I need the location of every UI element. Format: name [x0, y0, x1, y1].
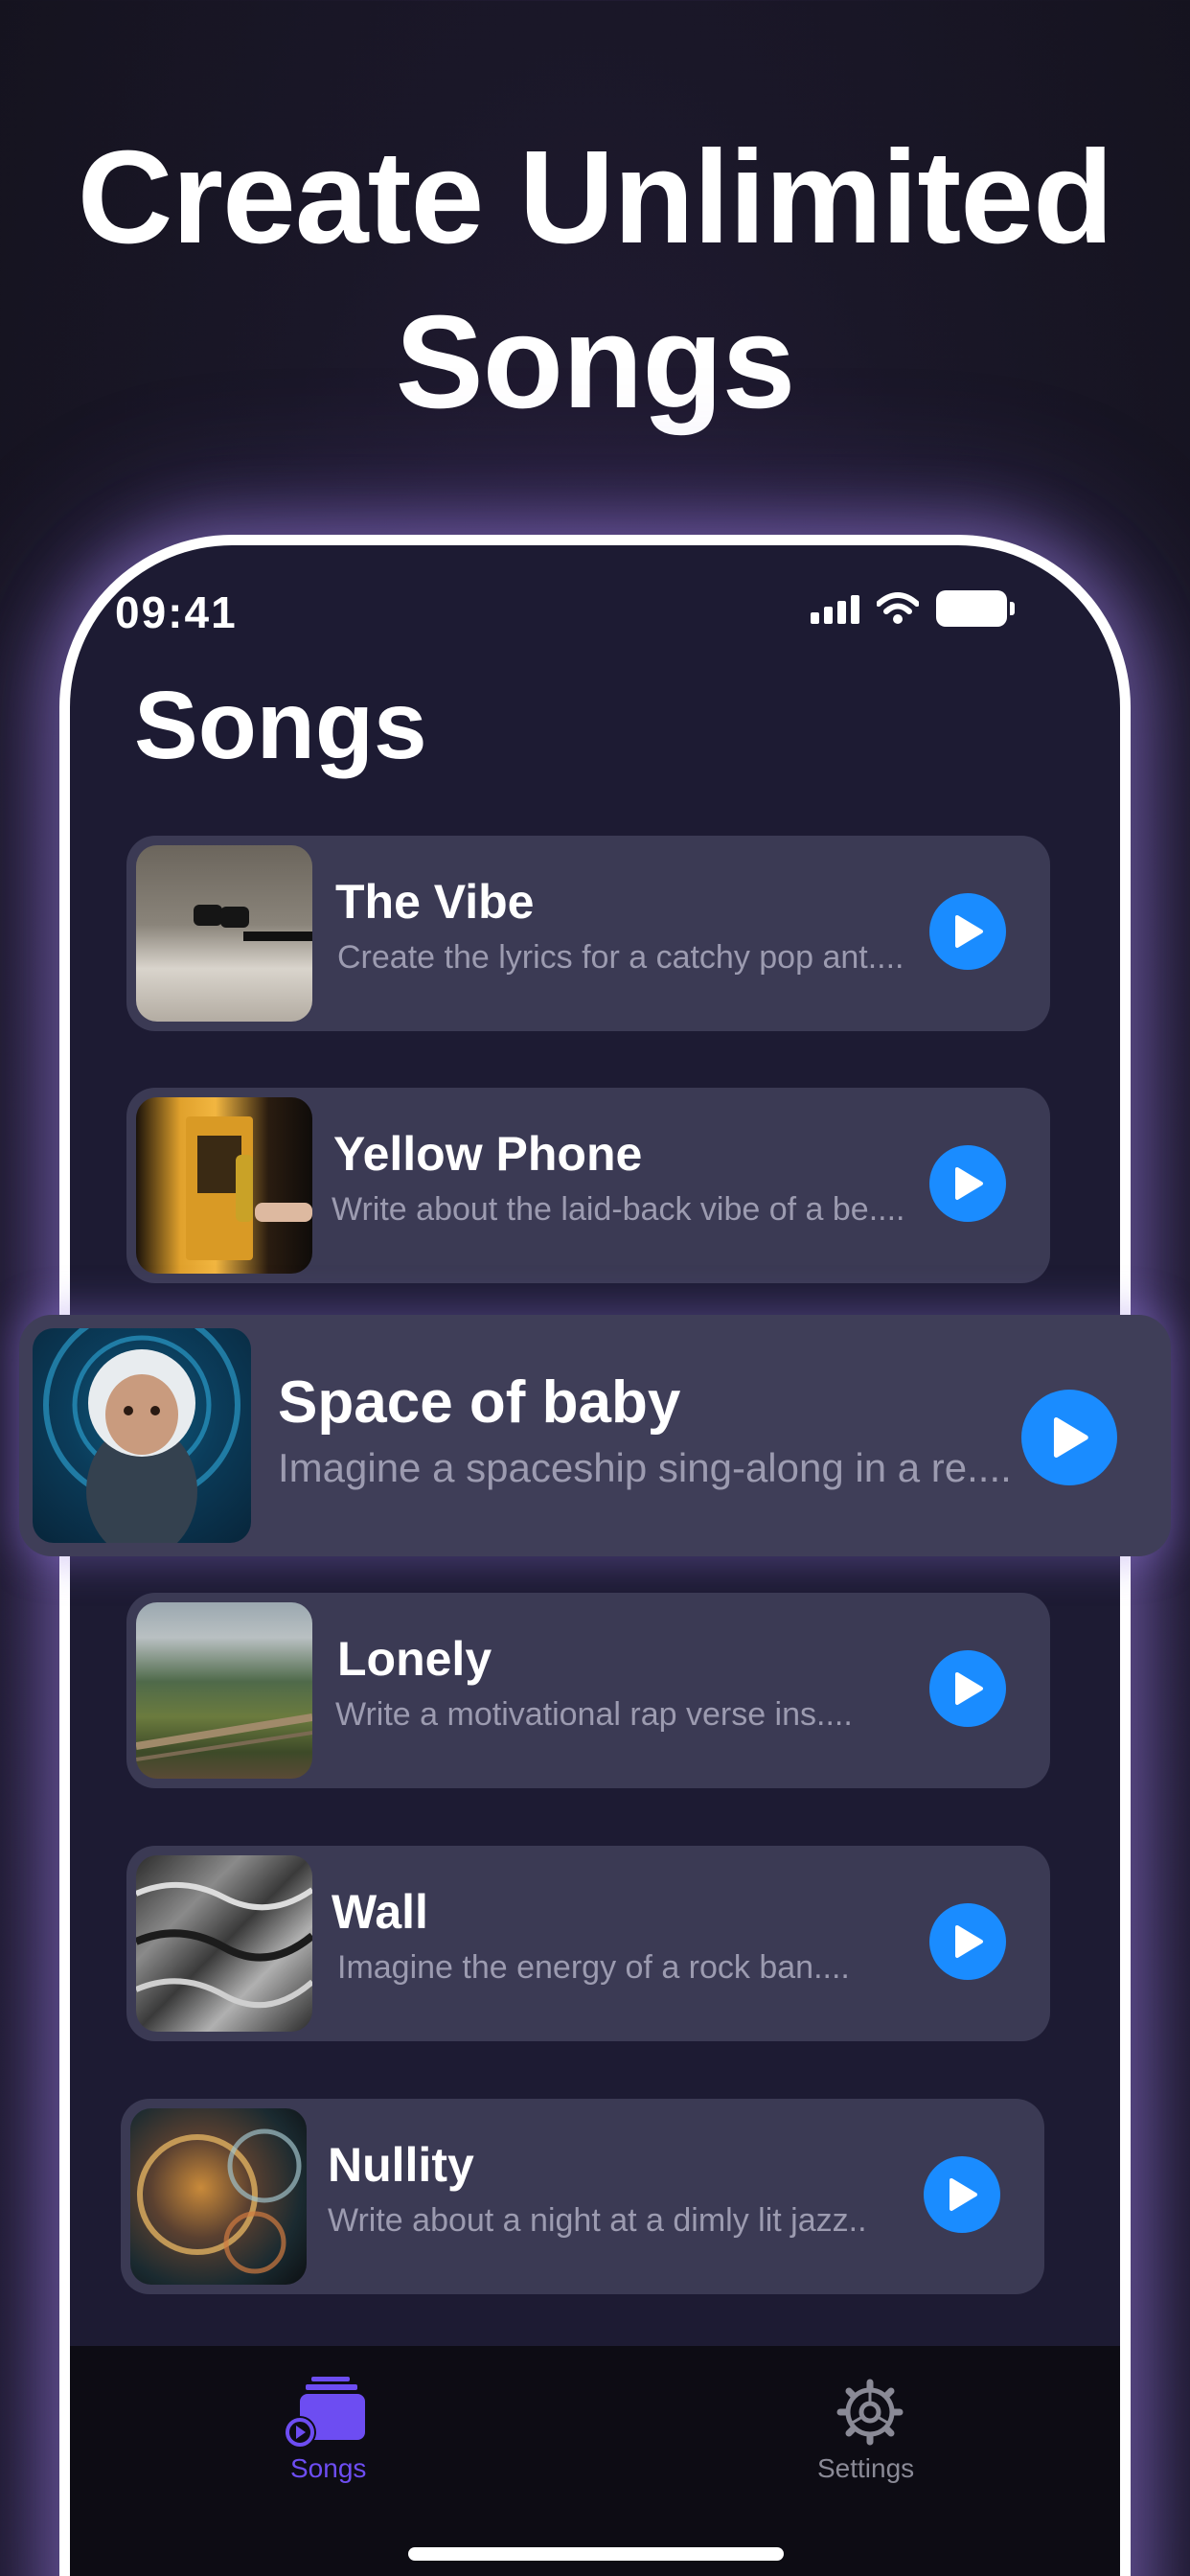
bubbles-photo: [130, 2108, 307, 2285]
play-button[interactable]: [929, 1903, 1006, 1980]
tab-settings[interactable]: Settings: [798, 2375, 942, 2499]
song-title: Yellow Phone: [333, 1127, 643, 1181]
song-subtitle: Imagine the energy of a rock ban....: [337, 1949, 850, 1986]
song-card-space-of-baby[interactable]: Space of baby Imagine a spaceship sing-a…: [19, 1315, 1171, 1556]
cellular-signal-icon: [811, 593, 859, 624]
play-icon: [955, 1925, 983, 1958]
page-title: Songs: [134, 672, 427, 779]
payphone-photo: [136, 1097, 312, 1274]
wifi-icon: [877, 592, 919, 624]
song-subtitle: Create the lyrics for a catchy pop ant..…: [337, 939, 904, 976]
songs-stack-icon: [284, 2377, 365, 2448]
dunes-photo: [136, 1602, 312, 1779]
home-indicator: [408, 2547, 784, 2561]
play-icon: [1053, 1417, 1088, 1458]
song-subtitle: Imagine a spaceship sing-along in a re..…: [278, 1445, 1012, 1490]
promo-headline: Create Unlimited Songs: [0, 115, 1190, 445]
status-time: 09:41: [115, 587, 238, 637]
song-title: Wall: [332, 1885, 428, 1939]
headline-line-1: Create Unlimited: [77, 124, 1114, 271]
song-title: Nullity: [328, 2138, 474, 2192]
play-icon: [955, 1167, 983, 1200]
tab-songs[interactable]: Songs: [262, 2375, 405, 2499]
song-title: Lonely: [337, 1632, 492, 1686]
tab-bar: Songs Settings: [70, 2346, 1120, 2576]
song-title: Space of baby: [278, 1369, 681, 1436]
play-button[interactable]: [1021, 1390, 1117, 1485]
song-subtitle: Write about the laid-back vibe of a be..…: [332, 1191, 905, 1228]
battery-icon: [936, 590, 1015, 627]
headline-line-2: Songs: [395, 288, 796, 436]
song-card-lonely[interactable]: Lonely Write a motivational rap verse in…: [126, 1593, 1050, 1788]
status-icons: [811, 586, 1015, 631]
rock-texture-photo: [136, 1855, 312, 2032]
song-subtitle: Write a motivational rap verse ins....: [335, 1696, 853, 1733]
tab-settings-label: Settings: [817, 2453, 915, 2483]
sneakers-photo: [136, 845, 312, 1022]
gear-icon: [836, 2379, 904, 2446]
play-button[interactable]: [929, 893, 1006, 970]
play-button[interactable]: [929, 1145, 1006, 1222]
play-button[interactable]: [924, 2156, 1000, 2233]
play-button[interactable]: [929, 1650, 1006, 1727]
song-title: The Vibe: [335, 875, 535, 929]
song-card-yellow-phone[interactable]: Yellow Phone Write about the laid-back v…: [126, 1088, 1050, 1283]
song-subtitle: Write about a night at a dimly lit jazz.…: [328, 2202, 867, 2239]
play-icon: [955, 915, 983, 948]
song-card-nullity[interactable]: Nullity Write about a night at a dimly l…: [121, 2099, 1044, 2294]
song-card-the-vibe[interactable]: The Vibe Create the lyrics for a catchy …: [126, 836, 1050, 1031]
tab-songs-label: Songs: [290, 2453, 367, 2483]
astronaut-baby-photo: [33, 1328, 251, 1543]
song-card-wall[interactable]: Wall Imagine the energy of a rock ban...…: [126, 1846, 1050, 2041]
play-icon: [955, 1672, 983, 1705]
play-icon: [950, 2178, 977, 2211]
